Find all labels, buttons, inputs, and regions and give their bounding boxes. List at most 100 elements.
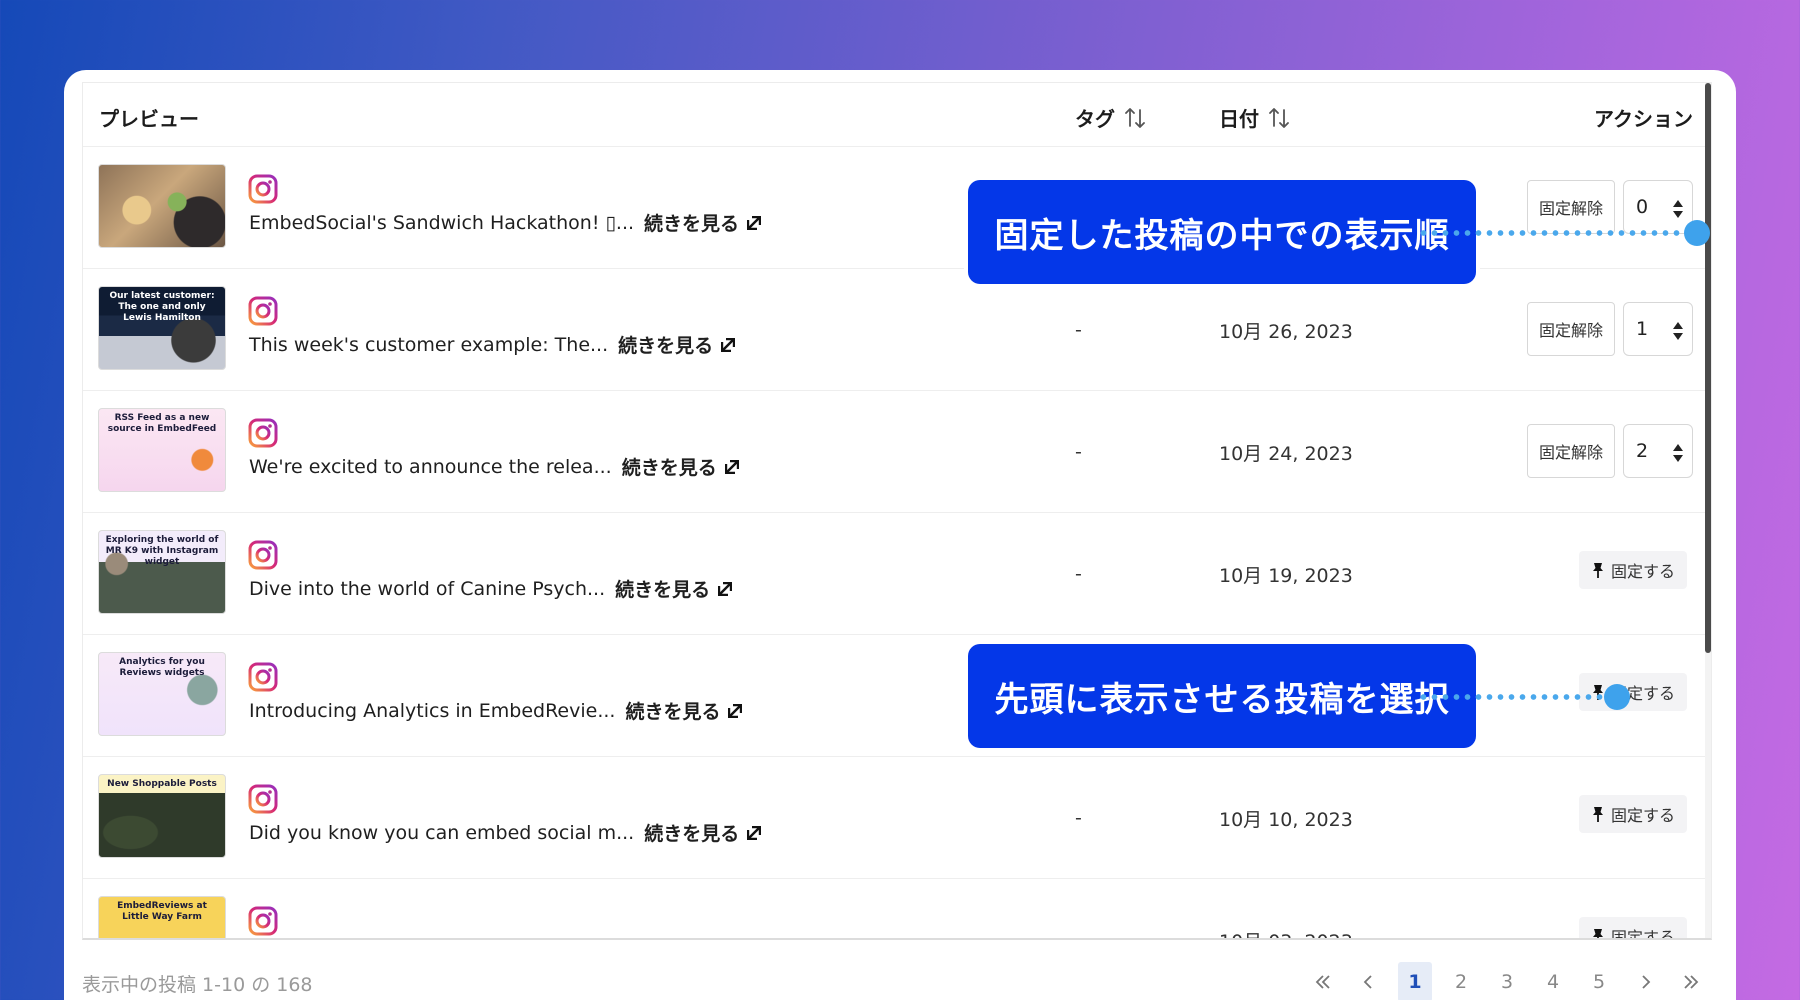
date-cell: 10月 03, 2023 (1219, 927, 1353, 938)
external-link-icon (721, 337, 736, 352)
post-thumbnail[interactable] (98, 164, 226, 248)
table-row: RSS Feed as a new source in EmbedFeed We… (83, 391, 1707, 513)
results-summary: 表示中の投稿 1-10 の 168 (82, 974, 313, 996)
pin-label: 固定する (1610, 806, 1675, 825)
last-page-button[interactable] (1668, 962, 1714, 1000)
tag-cell: - (1075, 807, 1082, 829)
post-thumbnail[interactable]: New Shoppable Posts (98, 774, 226, 858)
callout-display-order: 固定した投稿の中での表示順 (968, 180, 1476, 284)
first-page-button[interactable] (1300, 962, 1346, 1000)
column-tag-label: タグ (1075, 107, 1115, 131)
caption-text: Dive into the world of Canine Psych... (249, 577, 606, 600)
unpin-button[interactable]: 固定解除 (1527, 180, 1615, 234)
page-button[interactable]: 3 (1484, 962, 1530, 1000)
read-more-link[interactable]: 続きを見る (622, 453, 739, 480)
pagination: 1 2 3 4 5 (1300, 962, 1714, 1000)
sort-icon[interactable] (1123, 106, 1147, 130)
stepper-arrows-icon[interactable] (1672, 443, 1684, 463)
post-caption: Dive into the world of Canine Psych... 続… (249, 575, 733, 602)
read-more-link[interactable]: 続きを見る (618, 331, 736, 358)
instagram-icon (248, 296, 278, 326)
pin-button[interactable]: 固定する (1579, 551, 1687, 589)
external-link-icon (747, 215, 762, 230)
post-thumbnail[interactable]: Our latest customer: The one and only Le… (98, 286, 226, 370)
callout-display-order-text: 固定した投稿の中での表示順 (994, 215, 1450, 256)
scrollbar-thumb[interactable] (1705, 83, 1711, 653)
external-link-icon (724, 459, 739, 474)
order-value: 2 (1636, 440, 1649, 462)
caption-text: EmbedSocial's Sandwich Hackathon! ▯... (249, 211, 635, 234)
pin-icon (1592, 929, 1603, 938)
tag-cell: - (1075, 563, 1082, 585)
column-tag[interactable]: タグ (1075, 103, 1147, 132)
read-more-label: 続きを見る (621, 457, 717, 479)
post-caption: Did you know you can embed social m... 続… (249, 819, 762, 846)
thumbnail-text: EmbedReviews at Little Way Farm (117, 901, 207, 922)
pin-button[interactable]: 固定する (1579, 917, 1687, 940)
post-caption: This week's customer example: The... 続きを… (249, 331, 736, 358)
read-more-label: 続きを見る (644, 823, 740, 845)
tag-cell: - (1075, 441, 1082, 463)
order-stepper[interactable]: 0 (1623, 180, 1693, 234)
caption-text: We're excited to announce the relea... (249, 455, 612, 478)
post-thumbnail[interactable]: Exploring the world of MR K9 with Instag… (98, 530, 226, 614)
callout-connector-dot (1604, 684, 1630, 710)
read-more-label: 続きを見る (644, 213, 740, 235)
date-cell: 10月 26, 2023 (1219, 321, 1353, 343)
column-action: アクション (1594, 103, 1693, 132)
double-chevron-right-icon (1684, 975, 1699, 989)
pin-label: 固定する (1610, 562, 1675, 581)
thumbnail-text: Analytics for you Reviews widgets (119, 657, 205, 678)
table-header: プレビュー タグ 日付 アクション (83, 83, 1707, 147)
column-preview-label: プレビュー (99, 107, 199, 131)
pin-icon (1592, 807, 1603, 822)
chevron-right-icon (1642, 975, 1651, 989)
tag-cell: - (1075, 319, 1082, 341)
thumbnail-text: RSS Feed as a new source in EmbedFeed (107, 413, 217, 434)
instagram-icon (248, 418, 278, 448)
page-button-current[interactable]: 1 (1398, 962, 1432, 1000)
unpin-button[interactable]: 固定解除 (1527, 302, 1615, 356)
order-value: 0 (1636, 196, 1649, 218)
read-more-link[interactable]: 続きを見る (644, 819, 762, 846)
sort-icon[interactable] (1267, 106, 1291, 130)
read-more-link[interactable]: 続きを見る (625, 697, 743, 724)
post-thumbnail[interactable]: EmbedReviews at Little Way Farm (98, 896, 226, 938)
pin-icon (1592, 563, 1603, 578)
callout-select-pin: 先頭に表示させる投稿を選択 (968, 644, 1476, 748)
read-more-link[interactable]: 続きを見る (644, 209, 762, 236)
post-caption: Introducing Analytics in EmbedRevie... 続… (249, 697, 743, 724)
pin-label: 固定する (1610, 928, 1675, 940)
date-cell: 10月 19, 2023 (1219, 565, 1353, 587)
chevron-left-icon (1363, 975, 1372, 989)
read-more-link[interactable]: 続きを見る (615, 575, 733, 602)
stepper-arrows-icon[interactable] (1672, 199, 1684, 219)
post-thumbnail[interactable]: Analytics for you Reviews widgets (98, 652, 226, 736)
order-stepper[interactable]: 2 (1623, 424, 1693, 478)
page-button[interactable]: 4 (1530, 962, 1576, 1000)
page-button[interactable]: 5 (1576, 962, 1622, 1000)
instagram-icon (248, 784, 278, 814)
pin-button[interactable]: 固定する (1579, 795, 1687, 833)
column-action-label: アクション (1594, 107, 1693, 131)
column-date-label: 日付 (1219, 107, 1259, 131)
callout-select-pin-text: 先頭に表示させる投稿を選択 (994, 679, 1450, 720)
order-value: 1 (1636, 318, 1649, 340)
post-caption: We're excited to announce the relea... 続… (249, 453, 739, 480)
instagram-icon (248, 174, 278, 204)
posts-card: プレビュー タグ 日付 アクション EmbedSocial's Sandwich… (64, 70, 1736, 1000)
table-row: New Shoppable Posts Did you know you can… (83, 757, 1707, 879)
next-page-button[interactable] (1622, 962, 1668, 1000)
unpin-button[interactable]: 固定解除 (1527, 424, 1615, 478)
page-button[interactable]: 2 (1438, 962, 1484, 1000)
pin-button[interactable]: 固定する (1579, 673, 1687, 711)
order-stepper[interactable]: 1 (1623, 302, 1693, 356)
post-thumbnail[interactable]: RSS Feed as a new source in EmbedFeed (98, 408, 226, 492)
prev-page-button[interactable] (1346, 962, 1392, 1000)
stepper-arrows-icon[interactable] (1672, 321, 1684, 341)
instagram-icon (248, 662, 278, 692)
table-row: Our latest customer: The one and only Le… (83, 269, 1707, 391)
column-date[interactable]: 日付 (1219, 103, 1291, 132)
column-preview: プレビュー (99, 103, 199, 132)
vertical-scrollbar[interactable] (1705, 83, 1711, 938)
